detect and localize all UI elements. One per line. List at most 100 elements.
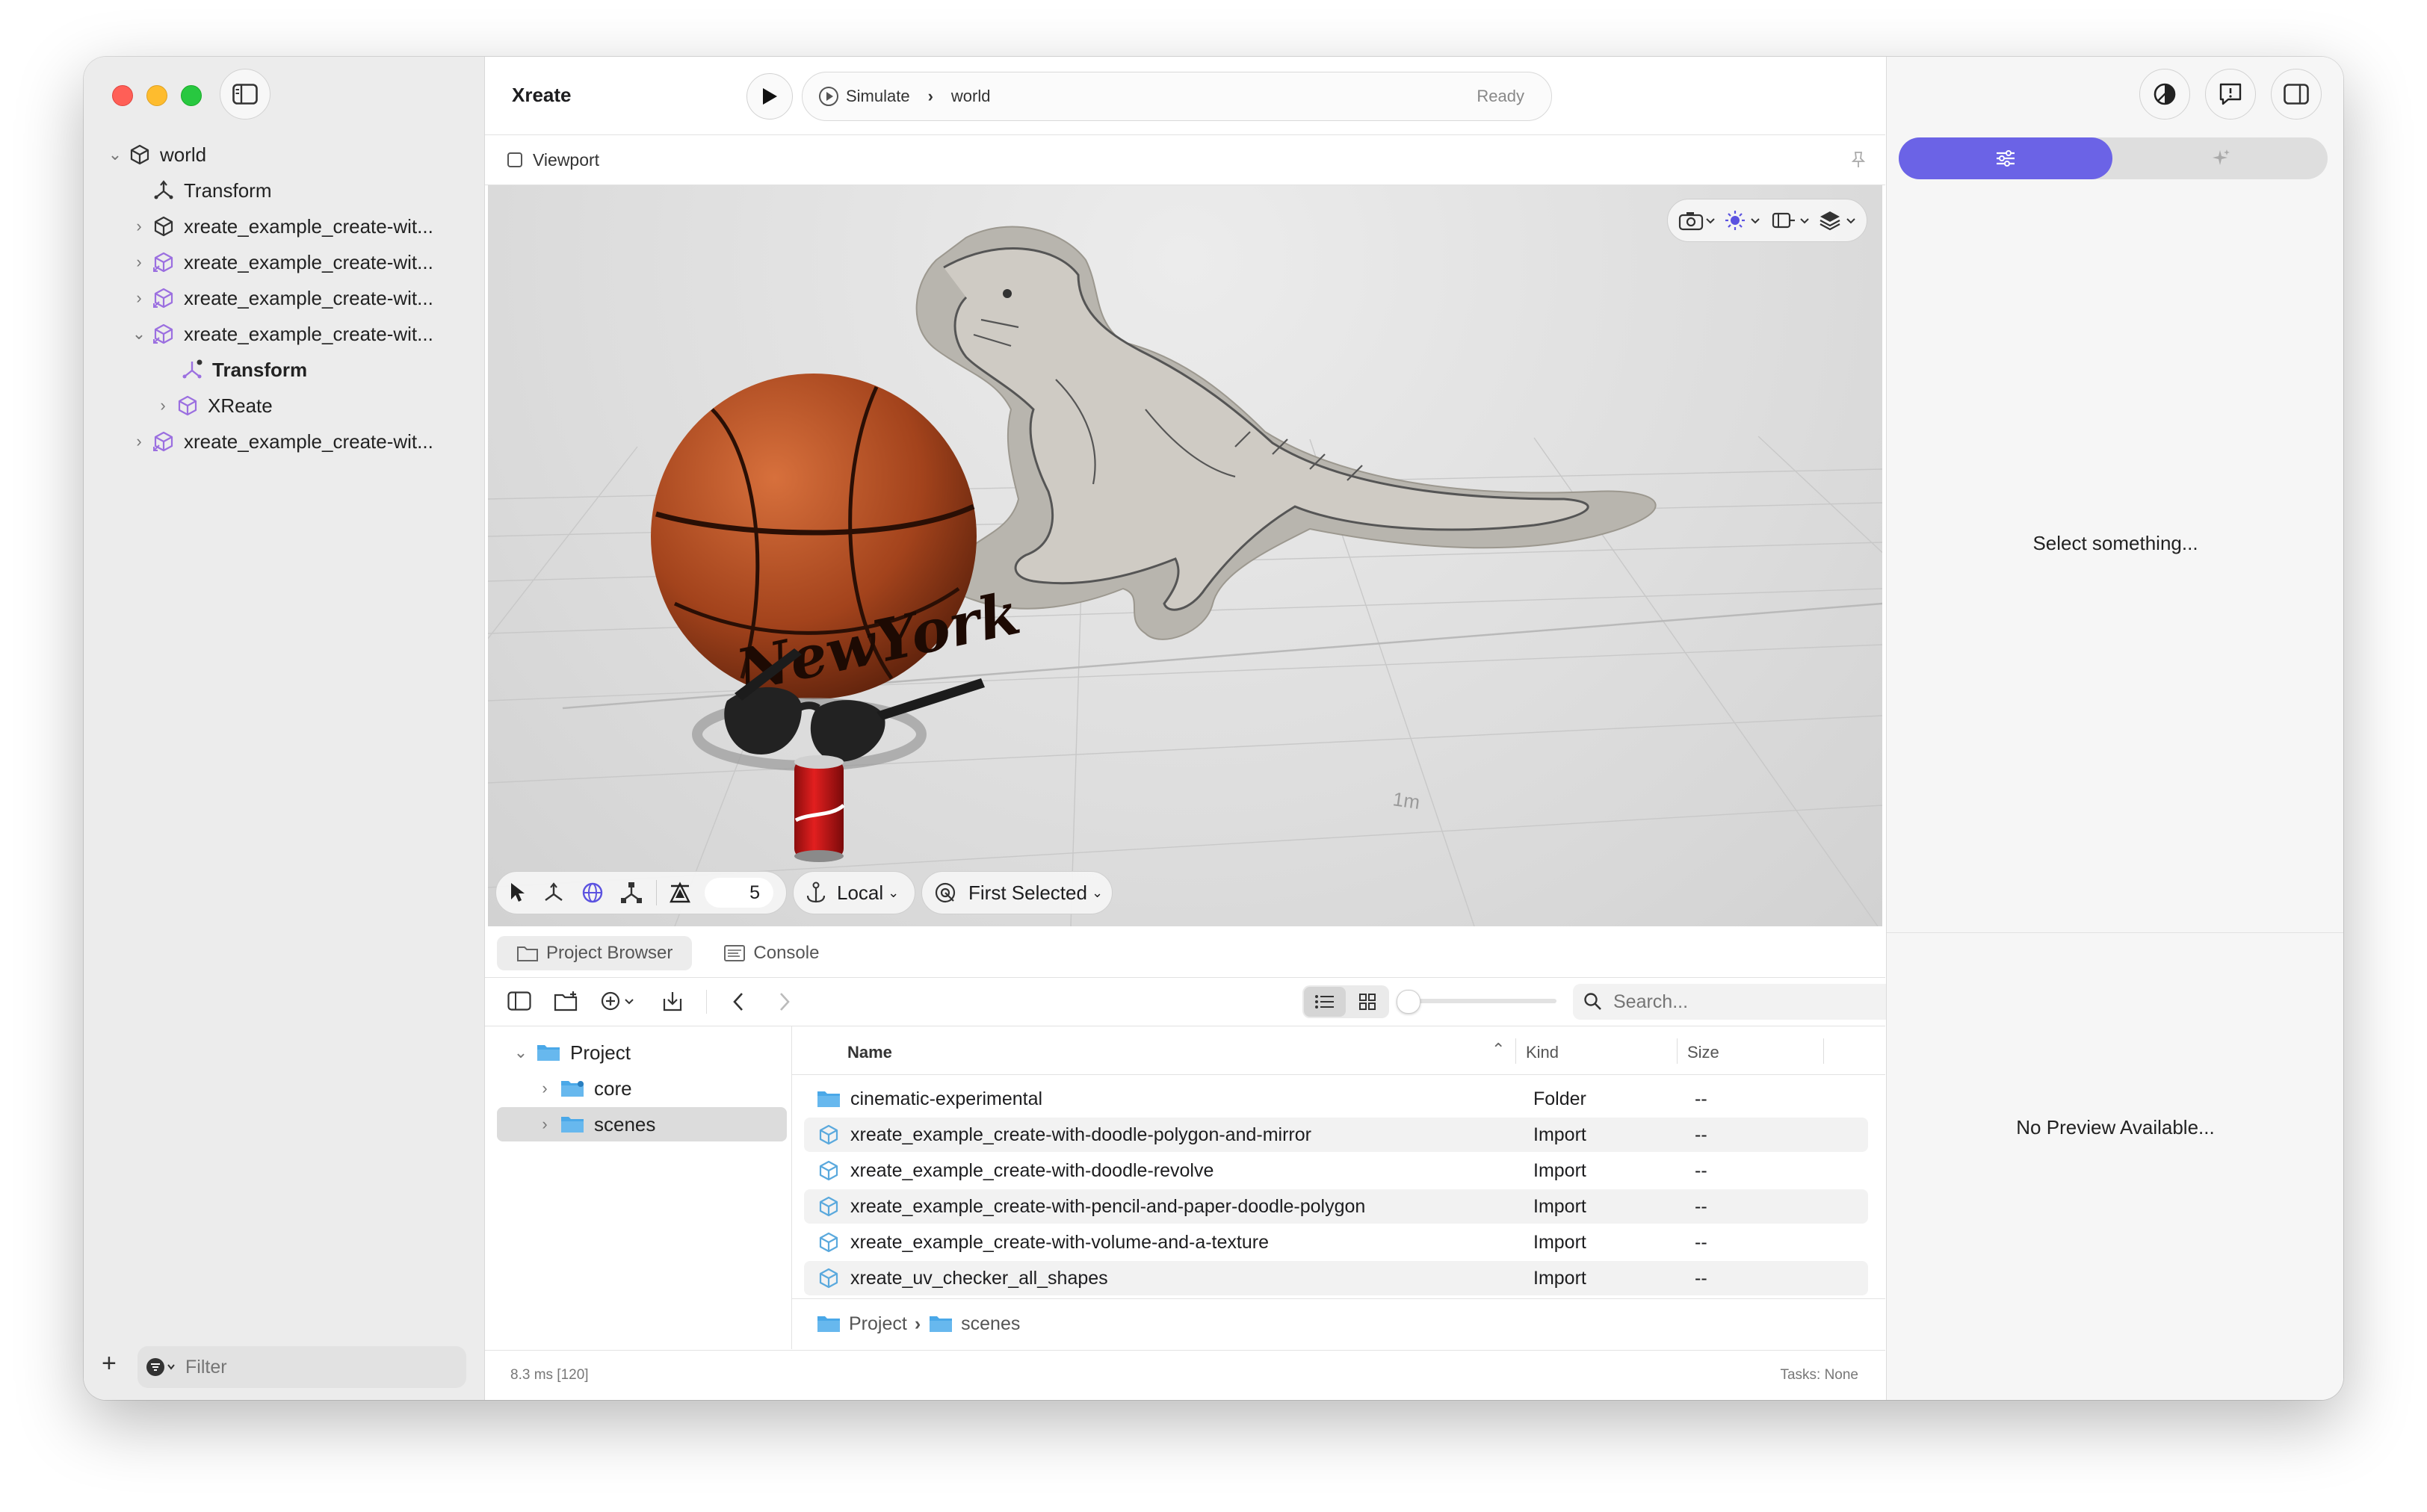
breadcrumb-item[interactable]: Project (849, 1313, 907, 1335)
snap-icon[interactable] (669, 882, 691, 904)
basketball-object[interactable]: NewYork (651, 374, 1026, 706)
grid-view-button[interactable] (1347, 987, 1388, 1017)
folder-icon (561, 1117, 584, 1133)
file-name: xreate_example_create-with-doodle-polygo… (850, 1124, 1311, 1145)
dinosaur-doodle-object[interactable] (915, 226, 1657, 640)
file-size: -- (1695, 1124, 1707, 1145)
run-status-bar[interactable]: Simulate › world Ready (802, 72, 1552, 121)
pin-icon[interactable] (1851, 151, 1866, 169)
tree-item-label: Transform (212, 358, 308, 381)
chevron-right-icon[interactable]: › (129, 252, 149, 272)
file-row[interactable]: xreate_example_create-with-doodle-polygo… (804, 1118, 1868, 1152)
filter-options-icon[interactable] (145, 1357, 178, 1378)
file-row[interactable]: cinematic-experimental Folder -- (804, 1082, 1868, 1116)
chevron-right-icon[interactable]: › (534, 1115, 555, 1134)
lighting-icon[interactable] (1725, 210, 1763, 231)
chevron-down-icon[interactable]: ⌄ (105, 145, 126, 164)
chevron-down-icon[interactable]: ⌄ (129, 324, 149, 344)
toggle-inspector-button[interactable] (2271, 69, 2322, 120)
tree-item-transform[interactable]: Transform (181, 353, 307, 387)
file-row[interactable]: xreate_example_create-with-volume-and-a-… (804, 1225, 1868, 1260)
play-button[interactable] (746, 73, 793, 120)
forward-chevron-icon[interactable] (776, 991, 791, 1012)
chevron-right-icon[interactable]: › (152, 396, 173, 415)
thumbnail-size-slider[interactable] (1397, 990, 1556, 1014)
ai-assist-tab[interactable] (2114, 137, 2328, 179)
list-view-button[interactable] (1304, 987, 1346, 1017)
scale-icon[interactable] (620, 882, 643, 904)
viewport-checkbox[interactable] (507, 152, 522, 167)
file-row[interactable]: xreate_uv_checker_all_shapes Import -- (804, 1261, 1868, 1295)
inspector-mode-segmented-control (1899, 137, 2328, 179)
sliders-icon (1997, 150, 2015, 167)
appearance-button[interactable] (2139, 69, 2190, 120)
new-folder-icon[interactable] (554, 990, 581, 1012)
feedback-button[interactable] (2205, 69, 2256, 120)
file-row[interactable]: xreate_example_create-with-pencil-and-pa… (804, 1189, 1868, 1224)
column-size[interactable]: Size (1687, 1043, 1719, 1062)
column-name[interactable]: Name (847, 1043, 892, 1062)
file-name: cinematic-experimental (850, 1088, 1043, 1109)
translate-icon[interactable] (542, 882, 565, 904)
folder-tree-item-project[interactable]: ⌄ Project (510, 1035, 631, 1070)
app-title: Xreate (512, 84, 572, 106)
chevron-right-icon[interactable]: › (129, 432, 149, 451)
tree-item-entity[interactable]: › xreate_example_create-wit... (129, 209, 433, 244)
chevron-right-icon[interactable]: › (129, 288, 149, 308)
tree-item-label: xreate_example_create-wit... (184, 286, 433, 309)
column-kind[interactable]: Kind (1526, 1043, 1559, 1062)
pivot-mode-dropdown[interactable]: First Selected ⌄ (921, 871, 1113, 914)
coordinate-space-dropdown[interactable]: Local ⌄ (793, 871, 915, 914)
maximize-window-button[interactable] (181, 85, 202, 106)
file-size: -- (1695, 1267, 1707, 1289)
minimize-window-button[interactable] (146, 85, 167, 106)
properties-tab[interactable] (1899, 137, 2112, 179)
import-cube-icon (153, 288, 173, 309)
tree-item-import[interactable]: › xreate_example_create-wit... (129, 245, 433, 279)
folder-tree-item-scenes[interactable]: › scenes (534, 1107, 655, 1141)
render-mode-icon[interactable] (1771, 210, 1813, 231)
coordinate-space-label: Local (837, 881, 884, 904)
tree-item-import[interactable]: ⌄ xreate_example_create-wit... (129, 317, 433, 351)
search-input[interactable] (1612, 990, 1899, 1014)
tree-item-world[interactable]: ⌄ world (105, 137, 206, 172)
cube-icon (178, 395, 197, 416)
file-row[interactable]: xreate_example_create-with-doodle-revolv… (804, 1153, 1868, 1188)
tree-item-label: Transform (184, 179, 272, 202)
add-entity-button[interactable]: + (102, 1349, 117, 1378)
chevron-down-icon: ⌄ (1091, 884, 1104, 900)
tree-item-entity[interactable]: › XReate (152, 388, 272, 423)
select-arrow-icon[interactable] (508, 882, 526, 904)
add-menu-icon[interactable] (600, 990, 639, 1012)
search-field[interactable] (1573, 984, 1915, 1020)
chevron-right-icon[interactable]: › (534, 1079, 555, 1098)
tree-item-import[interactable]: › xreate_example_create-wit... (129, 424, 433, 459)
tab-console[interactable]: Console (704, 936, 838, 970)
folder-tree-item-core[interactable]: › core (534, 1071, 631, 1106)
tasks-status: Tasks: None (1780, 1367, 1858, 1383)
chevron-right-icon[interactable]: › (129, 217, 149, 236)
column-divider (1677, 1038, 1678, 1064)
import-icon[interactable] (661, 990, 684, 1012)
tab-project-browser[interactable]: Project Browser (497, 936, 693, 970)
3d-viewport[interactable]: 1m NewYork 5 Local ⌄ First Selected ⌄ (488, 185, 1882, 926)
layers-icon[interactable] (1819, 209, 1861, 232)
sort-ascending-icon[interactable]: ⌃ (1491, 1040, 1505, 1059)
tree-item-import[interactable]: › xreate_example_create-wit... (129, 281, 433, 315)
filter-input[interactable] (184, 1355, 433, 1379)
filter-field[interactable] (137, 1346, 466, 1388)
camera-icon[interactable] (1678, 210, 1717, 231)
toolbar-divider (656, 880, 657, 905)
sidebar-icon[interactable] (507, 991, 531, 1011)
chevron-down-icon[interactable]: ⌄ (510, 1043, 531, 1062)
breadcrumb-item[interactable]: scenes (961, 1313, 1020, 1335)
slider-knob[interactable] (1397, 990, 1420, 1014)
rotate-icon[interactable] (581, 882, 604, 904)
toggle-sidebar-button[interactable] (220, 69, 270, 120)
soda-can-object[interactable] (794, 755, 845, 862)
close-window-button[interactable] (112, 85, 133, 106)
status-bar: 8.3 ms [120] Tasks: None (485, 1350, 1885, 1400)
snap-value-field[interactable]: 5 (705, 878, 773, 908)
back-chevron-icon[interactable] (732, 991, 746, 1012)
tree-item-transform[interactable]: Transform (152, 173, 272, 208)
